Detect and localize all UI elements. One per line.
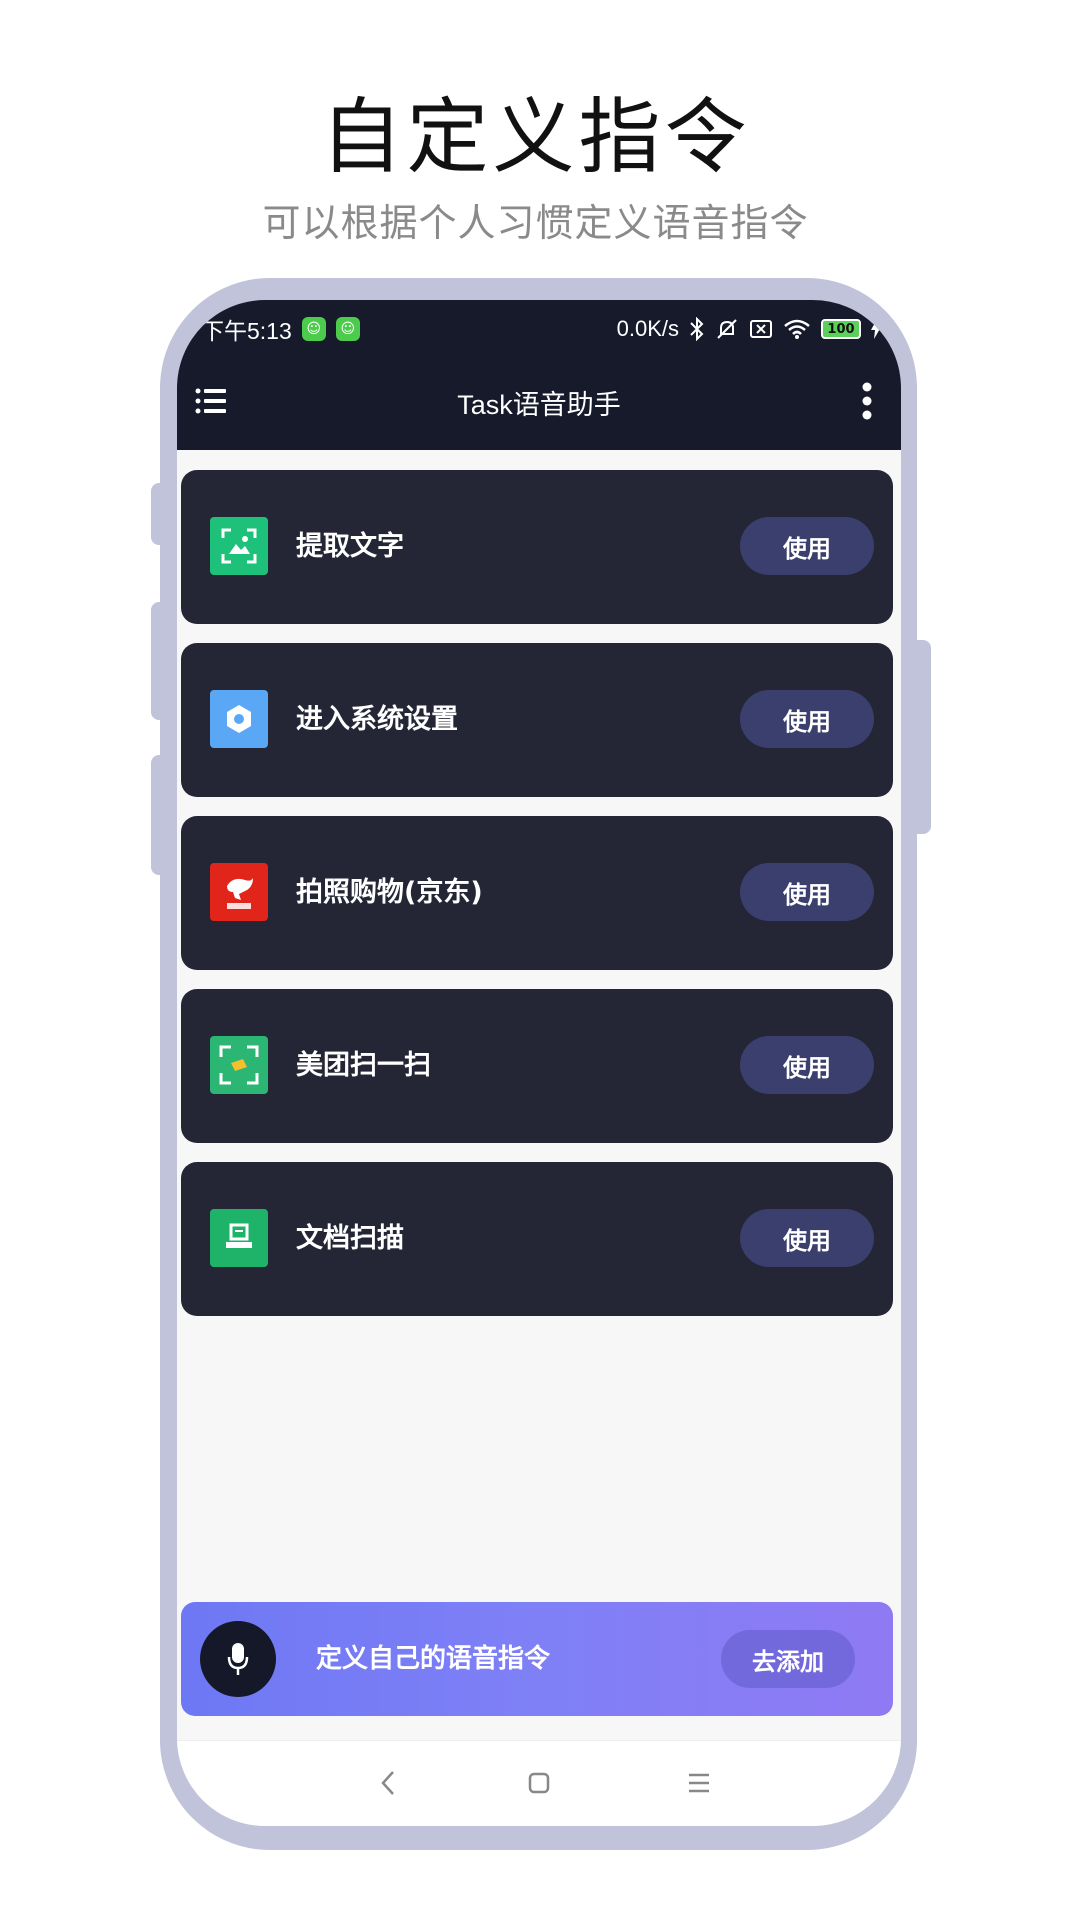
mute-bell-icon (717, 319, 737, 339)
more-vertical-icon[interactable] (861, 382, 873, 420)
recents-menu-icon[interactable] (679, 1763, 719, 1803)
promo-title: 自定义指令 (320, 90, 751, 185)
app-title: Task语音助手 (457, 389, 621, 420)
bluetooth-icon (690, 317, 704, 341)
settings-icon (210, 690, 268, 748)
use-button[interactable]: 使用 (740, 517, 874, 575)
use-button[interactable]: 使用 (740, 863, 874, 921)
command-card: 美团扫一扫 使用 (181, 989, 893, 1143)
phone-screen: 下午5:13 ☺ ☺ 0.0K/s 100 Task语音助手 提取文字 使用 进… (177, 300, 901, 1826)
top-bar: 下午5:13 ☺ ☺ 0.0K/s 100 Task语音助手 (177, 300, 901, 450)
command-card: 拍照购物(京东) 使用 (181, 816, 893, 970)
notification-app-icon: ☺ (335, 317, 360, 341)
command-label: 提取文字 (296, 531, 404, 562)
notification-app-icon: ☺ (301, 317, 326, 341)
phone-side-button (151, 483, 173, 545)
promo-subtitle: 可以根据个人习惯定义语音指令 (262, 201, 809, 245)
command-card: 文档扫描 使用 (181, 1162, 893, 1316)
network-speed: 0.0K/s (616, 316, 679, 341)
command-label: 拍照购物(京东) (296, 877, 483, 908)
text-scan-icon (210, 517, 268, 575)
app-bar: Task语音助手 (177, 358, 901, 446)
charging-icon (871, 319, 881, 339)
wifi-icon (784, 319, 810, 339)
phone-side-button (909, 640, 931, 834)
command-label: 进入系统设置 (296, 704, 458, 735)
command-card: 提取文字 使用 (181, 470, 893, 624)
back-icon[interactable] (369, 1763, 409, 1803)
meituan-scan-icon (210, 1036, 268, 1094)
battery-icon: 100 (821, 319, 861, 339)
use-button[interactable]: 使用 (740, 1209, 874, 1267)
phone-side-button (151, 755, 173, 875)
status-bar: 下午5:13 ☺ ☺ 0.0K/s 100 (201, 314, 881, 344)
sim-off-icon (750, 320, 772, 338)
use-button[interactable]: 使用 (740, 1036, 874, 1094)
command-label: 文档扫描 (296, 1223, 404, 1254)
microphone-icon[interactable] (200, 1621, 276, 1697)
status-time: 下午5:13 (201, 318, 292, 344)
document-scan-icon (210, 1209, 268, 1267)
command-card: 进入系统设置 使用 (181, 643, 893, 797)
use-button[interactable]: 使用 (740, 690, 874, 748)
phone-side-button (151, 602, 173, 720)
add-command-banner[interactable]: 定义自己的语音指令 去添加 (181, 1602, 893, 1716)
jd-icon (210, 863, 268, 921)
hamburger-icon[interactable] (195, 386, 229, 416)
banner-text: 定义自己的语音指令 (316, 1644, 551, 1674)
command-label: 美团扫一扫 (296, 1050, 431, 1081)
add-button[interactable]: 去添加 (721, 1630, 855, 1688)
system-nav-bar (177, 1740, 901, 1826)
home-icon[interactable] (519, 1763, 559, 1803)
